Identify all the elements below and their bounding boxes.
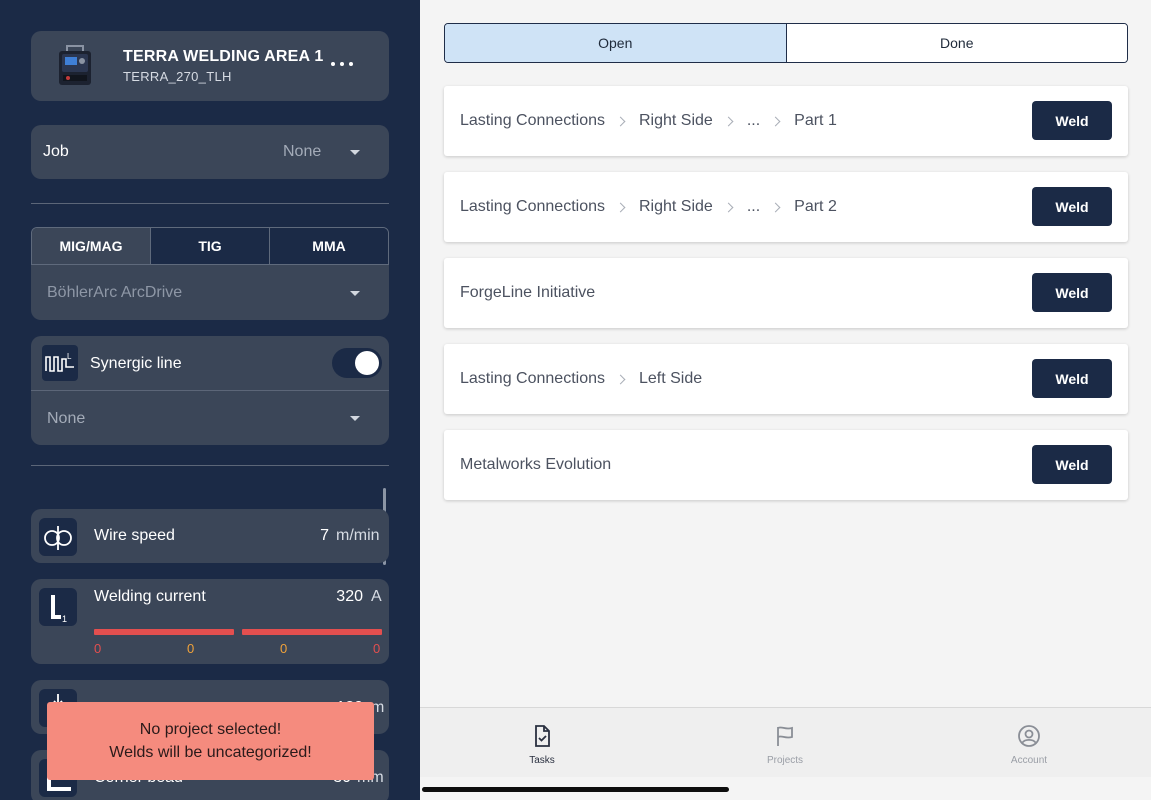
chevron-right-icon [770,116,781,126]
bottom-navigation: Tasks Projects Account [420,707,1151,777]
crumb: Metalworks Evolution [460,456,612,473]
toast-line-2: Welds will be uncategorized! [109,744,312,761]
chevron-down-icon [350,416,360,421]
weld-button[interactable]: Weld [1032,445,1112,484]
synergic-line-value: None [47,410,86,427]
chevron-right-icon [615,374,626,384]
crumb: ... [746,112,761,129]
account-icon [1018,725,1040,747]
welding-current-label: Welding current [94,588,206,605]
breadcrumb: Lasting Connections Left Side [460,370,702,388]
current-mid-right: 0 [280,641,288,656]
welding-current-unit: A [371,588,382,605]
nav-projects-label: Projects [766,755,804,766]
welding-machine-icon [59,45,91,85]
welding-current-card[interactable]: 1 Welding current 320 A 0 0 0 0 [31,579,389,664]
crumb: ... [746,198,761,215]
current-max-right: 0 [373,641,381,656]
job-value: None [283,143,322,160]
task-item[interactable]: Lasting Connections Right Side ... Part … [444,86,1128,156]
device-id: TERRA_270_TLH [123,69,232,84]
synergic-line-toggle[interactable] [332,348,382,378]
chevron-right-icon [770,202,781,212]
tasks-panel: Open Done Lasting Connections Right Side… [420,0,1151,800]
flag-icon [777,726,793,746]
divider [31,390,389,391]
nav-account[interactable]: Account [969,708,1089,778]
nav-tasks[interactable]: Tasks [482,708,602,778]
wire-speed-unit: m/min [336,527,380,544]
nav-account-label: Account [1010,755,1048,766]
tab-mig-mag[interactable]: MIG/MAG [32,228,151,264]
crumb: ForgeLine Initiative [460,284,596,301]
crumb: Left Side [638,370,703,387]
nav-tasks-label: Tasks [529,755,555,766]
tab-mma[interactable]: MMA [270,228,388,264]
crumb: Part 1 [794,112,837,129]
chevron-right-icon [615,116,626,126]
wire-speed-icon [39,518,77,556]
welding-current-value: 320 [336,588,363,605]
divider [31,465,389,466]
welding-settings-panel: TERRA WELDING AREA 1 TERRA_270_TLH Job N… [0,0,420,800]
weld-button[interactable]: Weld [1032,359,1112,398]
breadcrumb: Metalworks Evolution [460,456,611,474]
job-select[interactable]: Job None [31,125,389,179]
wire-speed-value: 7 [320,527,329,544]
toggle-knob [355,351,379,375]
welding-current-icon: 1 [39,588,77,626]
divider [31,203,389,204]
tab-tig[interactable]: TIG [151,228,270,264]
crumb: Lasting Connections [460,198,605,215]
home-indicator[interactable] [422,787,729,792]
wire-speed-card[interactable]: Wire speed 7 m/min [31,509,389,563]
weld-button[interactable]: Weld [1032,101,1112,140]
more-options-icon[interactable] [331,53,353,75]
job-label: Job [43,143,69,160]
synergic-line-card: L Synergic line None [31,336,389,445]
no-project-toast: No project selected! Welds will be uncat… [47,702,374,780]
tab-done[interactable]: Done [786,24,1127,62]
current-range-bar-right [242,629,382,635]
synergic-line-icon: L [42,345,78,381]
breadcrumb: Lasting Connections Right Side ... Part … [460,198,837,216]
crumb: Part 2 [794,198,837,215]
svg-text:1: 1 [62,614,67,624]
tab-open[interactable]: Open [445,24,787,62]
svg-text:L: L [67,352,72,361]
chevron-right-icon [723,202,734,212]
tasks-icon [535,725,550,747]
breadcrumb: ForgeLine Initiative [460,284,595,302]
current-min-left: 0 [94,641,102,656]
weld-button[interactable]: Weld [1032,273,1112,312]
device-title: TERRA WELDING AREA 1 [123,48,324,65]
device-card[interactable]: TERRA WELDING AREA 1 TERRA_270_TLH [31,31,389,101]
weld-button[interactable]: Weld [1032,187,1112,226]
task-item[interactable]: Metalworks Evolution Weld [444,430,1128,500]
current-range-bar-left [94,629,234,635]
crumb: Lasting Connections [460,370,605,387]
wire-value: BöhlerArc ArcDrive [47,284,183,301]
crumb: Lasting Connections [460,112,605,129]
task-item[interactable]: ForgeLine Initiative Weld [444,258,1128,328]
crumb: Right Side [638,198,713,215]
wire-select[interactable]: BöhlerArc ArcDrive [31,265,389,320]
chevron-right-icon [723,116,734,126]
current-mid-left: 0 [187,641,195,656]
nav-projects[interactable]: Projects [725,708,845,778]
chevron-right-icon [615,202,626,212]
wire-speed-label: Wire speed [94,527,175,544]
task-item[interactable]: Lasting Connections Left Side Weld [444,344,1128,414]
chevron-down-icon [350,150,360,155]
synergic-line-label: Synergic line [90,355,182,372]
status-tabs: Open Done [444,23,1128,63]
process-tabs: MIG/MAG TIG MMA [31,227,389,265]
toast-line-1: No project selected! [139,721,282,738]
task-item[interactable]: Lasting Connections Right Side ... Part … [444,172,1128,242]
chevron-down-icon [350,291,360,296]
crumb: Right Side [638,112,713,129]
breadcrumb: Lasting Connections Right Side ... Part … [460,112,837,130]
